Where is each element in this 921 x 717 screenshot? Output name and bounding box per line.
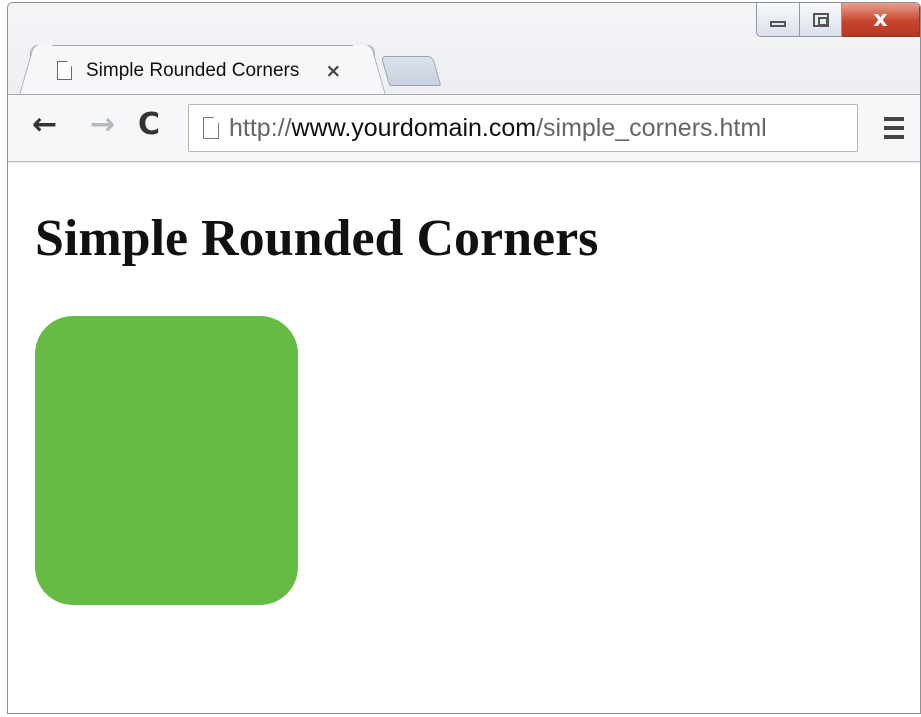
browser-window: x Simple Rounded Corners × ← → C http://… (7, 2, 921, 714)
address-bar[interactable]: http://www.yourdomain.com/simple_corners… (188, 104, 858, 152)
url-scheme: http:// (229, 113, 292, 142)
close-window-button[interactable]: x (842, 3, 920, 37)
url-text[interactable]: http://www.yourdomain.com/simple_corners… (229, 114, 767, 143)
minimize-icon (770, 20, 786, 27)
page-content: Simple Rounded Corners (8, 163, 920, 713)
reload-icon[interactable]: C (138, 109, 160, 141)
new-tab-button[interactable] (380, 56, 442, 86)
close-icon: x (873, 6, 888, 32)
window-controls: x (756, 3, 920, 39)
url-path: /simple_corners.html (536, 113, 767, 142)
page-icon (57, 61, 72, 80)
back-arrow-icon[interactable]: ← (32, 109, 57, 141)
page-heading: Simple Rounded Corners (35, 210, 599, 267)
page-icon (203, 117, 219, 139)
browser-toolbar: ← → C http://www.yourdomain.com/simple_c… (8, 94, 920, 162)
tab-simple-rounded-corners[interactable]: Simple Rounded Corners × (30, 45, 375, 95)
hamburger-menu-icon[interactable] (884, 117, 904, 139)
maximize-button[interactable] (800, 3, 842, 37)
maximize-icon (812, 12, 829, 27)
rounded-corner-box (35, 316, 298, 605)
tab-title: Simple Rounded Corners (86, 59, 300, 81)
url-host: www.yourdomain.com (291, 113, 537, 142)
forward-arrow-icon[interactable]: → (90, 109, 115, 141)
tab-close-icon[interactable]: × (325, 60, 341, 82)
minimize-button[interactable] (756, 3, 800, 37)
